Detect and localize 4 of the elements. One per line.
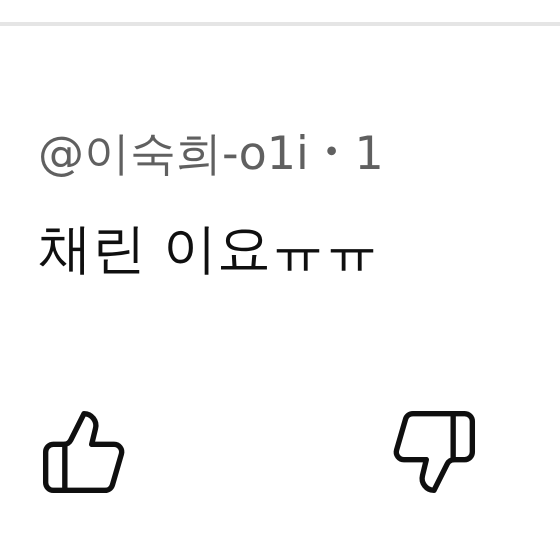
comment-time: 1 xyxy=(354,130,384,176)
separator-dot: • xyxy=(322,138,340,168)
comment-text: 채린 이요ㅠㅠ xyxy=(38,217,380,280)
comment-author[interactable]: @이숙희-o1i xyxy=(38,130,309,176)
